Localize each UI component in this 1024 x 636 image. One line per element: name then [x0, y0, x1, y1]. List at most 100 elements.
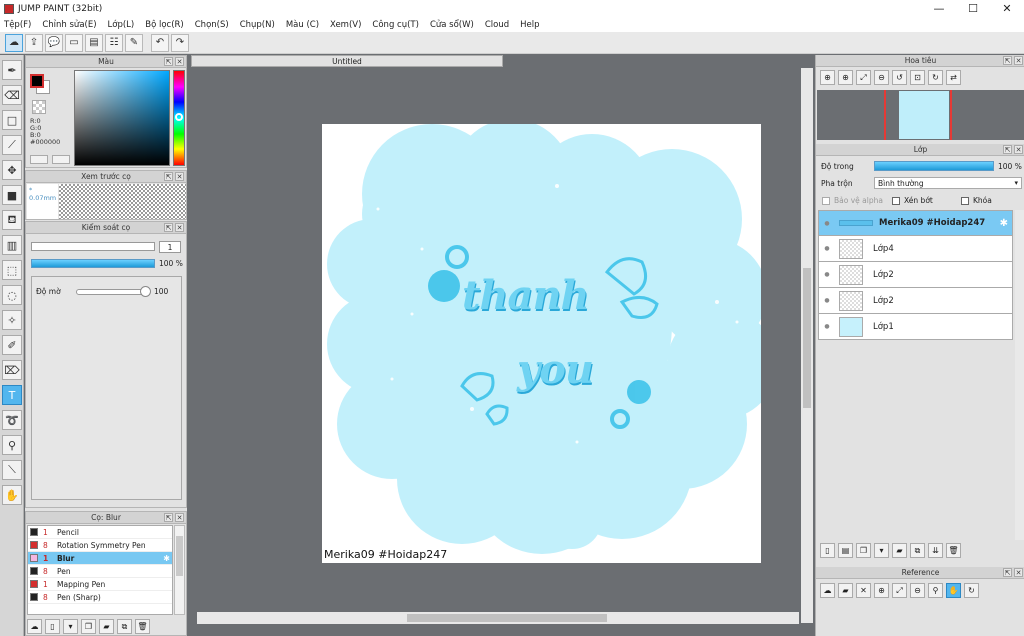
comment-icon[interactable]: 💬 — [45, 33, 63, 52]
rotate-left-icon[interactable]: ↺ — [892, 70, 907, 85]
brush-cloud-icon[interactable]: ☁ — [27, 619, 42, 634]
visibility-icon[interactable]: ● — [822, 271, 832, 278]
copy-brush-icon[interactable]: ❐ — [81, 619, 96, 634]
close-button[interactable]: ✕ — [990, 0, 1024, 17]
layer-row[interactable]: ● Lớp4 — [818, 236, 1013, 262]
duplicate-layer-icon[interactable]: ⧉ — [910, 543, 925, 558]
minimize-button[interactable]: — — [922, 0, 956, 17]
brush-item[interactable]: 1 Mapping Pen — [28, 578, 172, 591]
menu-layer[interactable]: Lớp(L) — [108, 20, 135, 30]
redo-icon[interactable]: ↷ — [171, 33, 189, 52]
navigator-view-frame[interactable] — [884, 90, 952, 140]
eyedropper-icon[interactable]: ⚲ — [928, 583, 943, 598]
undock-icon[interactable]: ⇱ — [1003, 56, 1012, 65]
close-icon[interactable]: ✕ — [175, 172, 184, 181]
eraser-icon[interactable]: ⌫ — [2, 85, 22, 105]
fit-icon[interactable]: ⤢ — [892, 583, 907, 598]
blur-slider[interactable] — [76, 289, 148, 295]
copy-layer-icon[interactable]: ❐ — [856, 543, 871, 558]
undock-icon[interactable]: ⇱ — [1003, 145, 1012, 154]
layer-row[interactable]: ● Merika09 #Hoidap247 ✱ — [818, 210, 1013, 236]
flip-icon[interactable]: ⇄ — [946, 70, 961, 85]
fill-rect-icon[interactable]: ■ — [2, 185, 22, 205]
menu-help[interactable]: Help — [520, 20, 539, 30]
menu-filter[interactable]: Bộ lọc(R) — [145, 20, 184, 30]
menu-tools[interactable]: Công cụ(T) — [372, 20, 419, 30]
edit-icon[interactable]: ✎ — [125, 33, 143, 52]
visibility-icon[interactable]: ● — [822, 297, 832, 304]
visibility-icon[interactable]: ● — [822, 245, 832, 252]
color-mode-button[interactable] — [30, 155, 48, 164]
text-icon[interactable]: T — [2, 385, 22, 405]
select-eraser-icon[interactable]: ⌦ — [2, 360, 22, 380]
blur-slider-knob[interactable] — [140, 286, 151, 297]
undock-icon[interactable]: ⇱ — [164, 57, 173, 66]
merge-layer-icon[interactable]: ⇊ — [928, 543, 943, 558]
saturation-value-picker[interactable] — [74, 70, 170, 166]
bucket-icon[interactable]: ⛾ — [2, 210, 22, 230]
close-icon[interactable]: ✕ — [1014, 145, 1023, 154]
artboard[interactable]: thanh you Merika09 #Hoidap247 — [322, 119, 777, 563]
menu-cloud[interactable]: Cloud — [485, 20, 509, 30]
new-brush-icon[interactable]: ▯ — [45, 619, 60, 634]
gradient-icon[interactable]: ▥ — [2, 235, 22, 255]
undock-icon[interactable]: ⇱ — [164, 172, 173, 181]
undock-icon[interactable]: ⇱ — [164, 513, 173, 522]
folder-icon[interactable]: ▰ — [99, 619, 114, 634]
rotate-right-icon[interactable]: ↻ — [928, 70, 943, 85]
close-icon[interactable]: ✕ — [1014, 56, 1023, 65]
scrollbar-thumb[interactable] — [176, 536, 183, 576]
pen-icon[interactable]: ✒ — [2, 60, 22, 80]
brush-item[interactable]: 8 Rotation Symmetry Pen — [28, 539, 172, 552]
zoom-out-icon[interactable]: ⊖ — [910, 583, 925, 598]
close-icon[interactable]: ✕ — [175, 223, 184, 232]
checkbox-box[interactable] — [892, 196, 900, 205]
transparent-color-swatch[interactable] — [32, 100, 46, 114]
cloud-sync-icon[interactable]: ☁ — [5, 33, 23, 52]
menu-view[interactable]: Xem(V) — [330, 20, 361, 30]
hand-icon[interactable]: ✋ — [2, 485, 22, 505]
open-folder-icon[interactable]: ▰ — [838, 583, 853, 598]
zoom-out-icon[interactable]: ⊖ — [874, 70, 889, 85]
close-icon[interactable]: ✕ — [1014, 568, 1023, 577]
checkbox-box[interactable] — [822, 196, 830, 205]
hand-icon[interactable]: ✋ — [946, 583, 961, 598]
document-tab[interactable]: Untitled — [191, 55, 503, 67]
trash-icon[interactable]: 🗑 — [946, 543, 961, 558]
scrollbar-thumb[interactable] — [803, 268, 811, 408]
maximize-button[interactable]: ☐ — [956, 0, 990, 17]
canvas-horizontal-scrollbar[interactable] — [197, 612, 799, 624]
line-tool-icon[interactable]: ⟋ — [2, 135, 22, 155]
brush-size-slider[interactable] — [31, 242, 155, 251]
lasso-fill-icon[interactable]: ➰ — [2, 410, 22, 430]
eyedropper-icon[interactable]: ⚲ — [2, 435, 22, 455]
ruler-icon[interactable]: ⟍ — [2, 460, 22, 480]
layer-row[interactable]: ● Lớp1 — [818, 314, 1013, 340]
lock-checkbox[interactable]: Khóa — [961, 196, 992, 205]
new-raster-layer-icon[interactable]: ▤ — [838, 543, 853, 558]
menu-capture[interactable]: Chụp(N) — [240, 20, 275, 30]
rotate-icon[interactable]: ↻ — [964, 583, 979, 598]
brush-menu-icon[interactable]: ▾ — [63, 619, 78, 634]
shape-rect-icon[interactable]: □ — [2, 110, 22, 130]
folder-icon[interactable]: ▰ — [892, 543, 907, 558]
visibility-icon[interactable]: ● — [822, 220, 832, 227]
export-icon[interactable]: ⇪ — [25, 33, 43, 52]
layer-menu-icon[interactable]: ▾ — [874, 543, 889, 558]
undo-icon[interactable]: ↶ — [151, 33, 169, 52]
brush-item[interactable]: 8 Pen — [28, 565, 172, 578]
brush-opacity-slider[interactable] — [31, 259, 155, 268]
zoom-plus-icon[interactable]: ⊕ — [838, 70, 853, 85]
select-rect-icon[interactable]: ⬚ — [2, 260, 22, 280]
protect-alpha-checkbox[interactable]: Bảo vệ alpha — [822, 196, 883, 205]
close-icon[interactable]: ✕ — [175, 513, 184, 522]
layer-row[interactable]: ● Lớp2 — [818, 262, 1013, 288]
reset-view-icon[interactable]: ⊡ — [910, 70, 925, 85]
layer-row[interactable]: ● Lớp2 — [818, 288, 1013, 314]
trash-icon[interactable]: 🗑 — [135, 619, 150, 634]
new-layer-icon[interactable]: ▯ — [820, 543, 835, 558]
magic-wand-icon[interactable]: ✧ — [2, 310, 22, 330]
brush-list-scrollbar[interactable] — [174, 525, 185, 615]
navigator-preview[interactable] — [817, 90, 1024, 140]
scrollbar-thumb[interactable] — [407, 614, 607, 622]
